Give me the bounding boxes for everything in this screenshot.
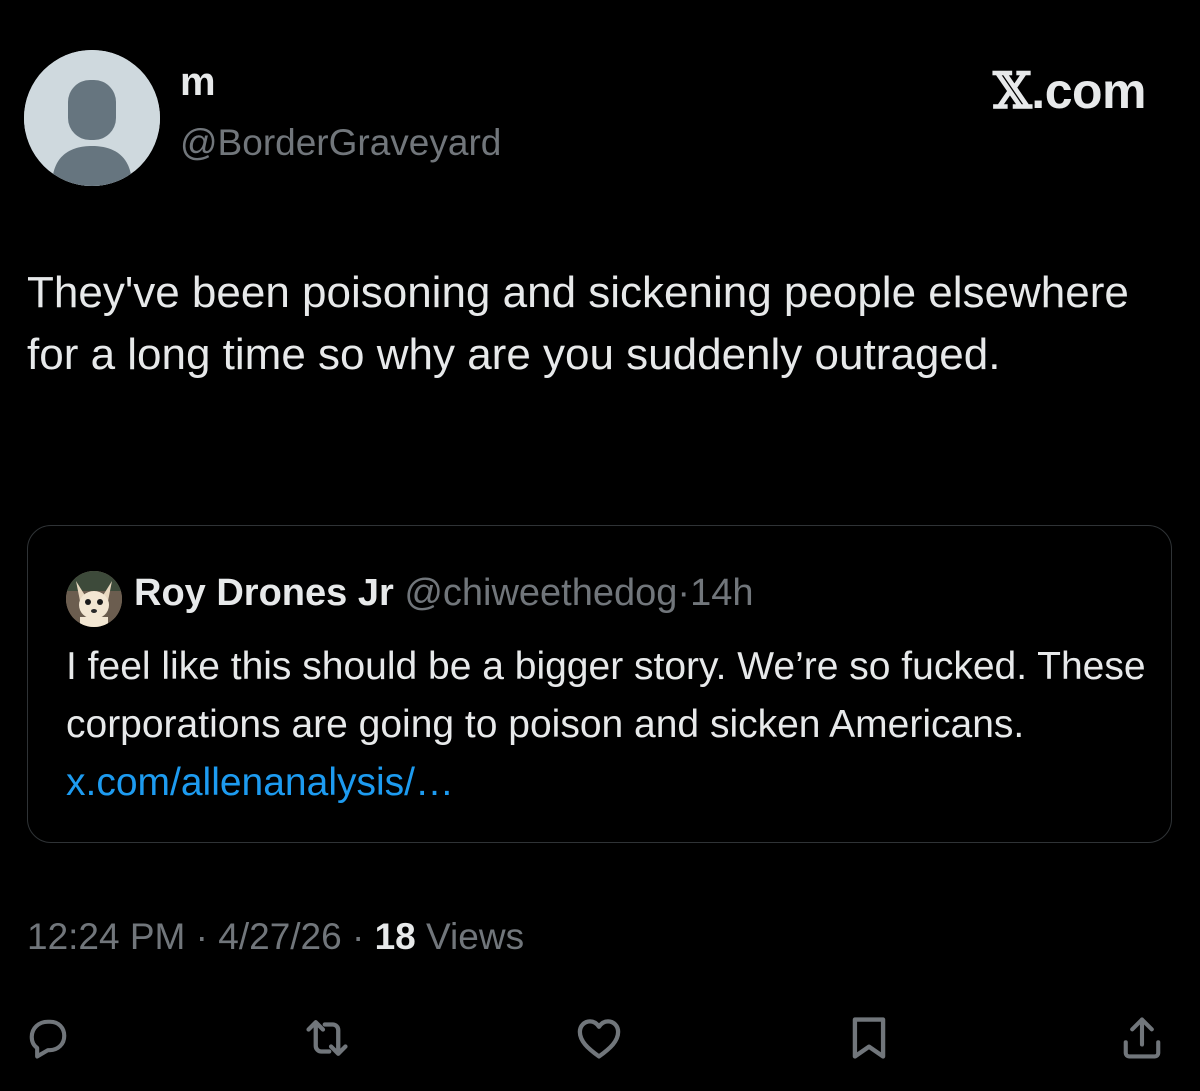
tweet-time[interactable]: 12:24 PM [27,916,185,957]
views-label: Views [415,916,525,957]
speech-bubble-icon [29,1019,67,1059]
bookmark-icon [852,1017,886,1059]
reply-button[interactable] [18,1008,78,1068]
meta-separator: · [185,916,219,957]
quoted-link[interactable]: x.com/allenanalysis/… [66,761,454,804]
heart-icon [577,1019,621,1059]
x-logo-icon: 𝕏 [993,61,1032,120]
share-button[interactable] [1112,1008,1172,1068]
quoted-header: Roy Drones Jr @chiweethedog·14h [134,574,753,612]
quoted-display-name[interactable]: Roy Drones Jr [134,572,394,614]
author-handle[interactable]: @BorderGraveyard [180,124,501,161]
like-button[interactable] [569,1008,629,1068]
brand-watermark: 𝕏.com [993,63,1146,119]
tweet-date[interactable]: 4/27/26 [218,916,341,957]
default-profile-icon [24,50,160,186]
quoted-time[interactable]: 14h [690,572,753,614]
quoted-separator: · [677,572,691,614]
quoted-tweet[interactable]: Roy Drones Jr @chiweethedog·14h I feel l… [27,525,1172,843]
share-icon [1123,1017,1161,1059]
repost-button[interactable] [297,1008,357,1068]
quoted-text: I feel like this should be a bigger stor… [66,638,1146,812]
action-bar [0,1008,1200,1068]
meta-separator: · [341,916,375,957]
views-count: 18 [374,916,416,957]
quoted-author-avatar[interactable] [66,571,122,627]
author-display-name[interactable]: m [180,62,216,102]
tweet-meta: 12:24 PM · 4/27/26 · 18 Views [27,918,524,955]
quoted-handle[interactable]: @chiweethedog [404,572,677,614]
bookmark-button[interactable] [839,1008,899,1068]
author-avatar[interactable] [24,50,160,186]
tweet-text: They've been poisoning and sickening peo… [27,268,1129,379]
repost-arrows-icon [306,1020,348,1056]
brand-suffix: .com [1031,63,1146,119]
quoted-text-body: I feel like this should be a bigger stor… [66,645,1146,746]
chihuahua-avatar [66,571,122,627]
